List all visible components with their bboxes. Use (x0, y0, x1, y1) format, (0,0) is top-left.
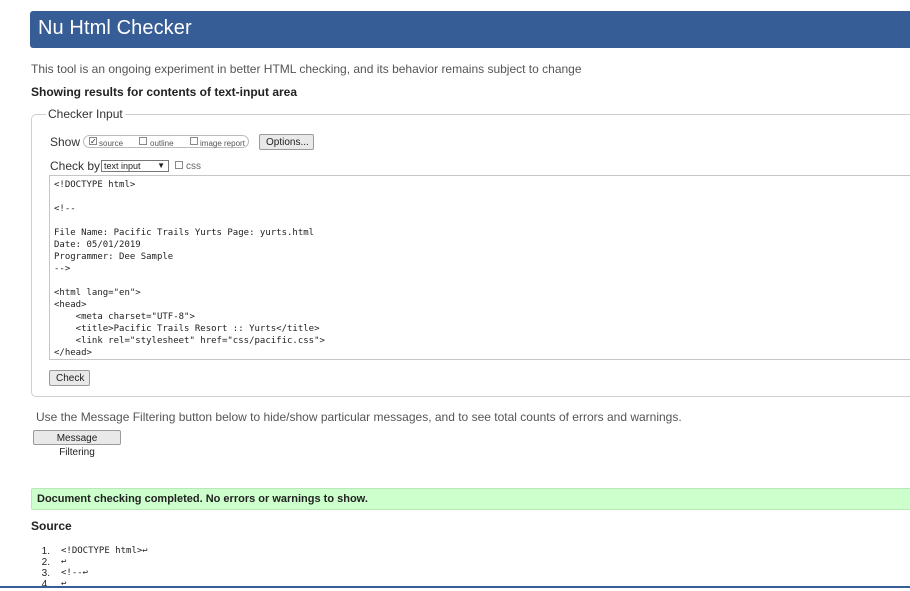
show-options-group: ✓ source outline image report (83, 135, 249, 148)
check-button[interactable]: Check (49, 370, 90, 386)
success-message: Document checking completed. No errors o… (37, 493, 368, 505)
show-label: Show (50, 135, 81, 149)
source-textarea[interactable]: <!DOCTYPE html> <!-- File Name: Pacific … (49, 175, 910, 360)
line-number: 3. (41, 568, 50, 579)
message-filtering-description: Use the Message Filtering button below t… (36, 410, 682, 424)
dropdown-arrow-icon: ▼ (157, 161, 165, 170)
line-code: <!DOCTYPE html>↩ (61, 546, 148, 556)
check-by-label: Check by (50, 159, 101, 173)
source-textarea-content: <!DOCTYPE html> <!-- File Name: Pacific … (54, 180, 325, 358)
line-code: <!--↩ (61, 568, 89, 578)
source-checkbox-label: source (99, 139, 124, 148)
intro-text: This tool is an ongoing experiment in be… (31, 62, 582, 76)
outline-checkbox[interactable] (139, 137, 147, 145)
check-by-value: text input (104, 161, 141, 171)
showing-results-heading: Showing results for contents of text-inp… (31, 85, 298, 99)
options-button[interactable]: Options... (259, 134, 314, 150)
header-banner: Nu Html Checker (30, 11, 910, 48)
line-number: 1. (41, 546, 50, 557)
css-checkbox[interactable] (175, 161, 183, 169)
outline-checkbox-label: outline (150, 139, 174, 148)
source-heading: Source (31, 519, 72, 533)
page-title: Nu Html Checker (38, 17, 192, 39)
line-number: 2. (41, 557, 50, 568)
css-checkbox-label: css (186, 161, 201, 172)
line-code: ↩ (61, 557, 67, 567)
image-report-checkbox[interactable] (190, 137, 198, 145)
message-filtering-button[interactable]: Message Filtering (33, 430, 121, 458)
success-message-box: Document checking completed. No errors o… (31, 488, 910, 510)
source-checkbox[interactable]: ✓ (89, 137, 97, 146)
line-number: 4. (41, 579, 50, 590)
checker-input-legend: Checker Input (46, 107, 125, 121)
image-report-checkbox-label: image report (200, 139, 245, 148)
check-by-select[interactable]: text input ▼ (101, 160, 169, 172)
